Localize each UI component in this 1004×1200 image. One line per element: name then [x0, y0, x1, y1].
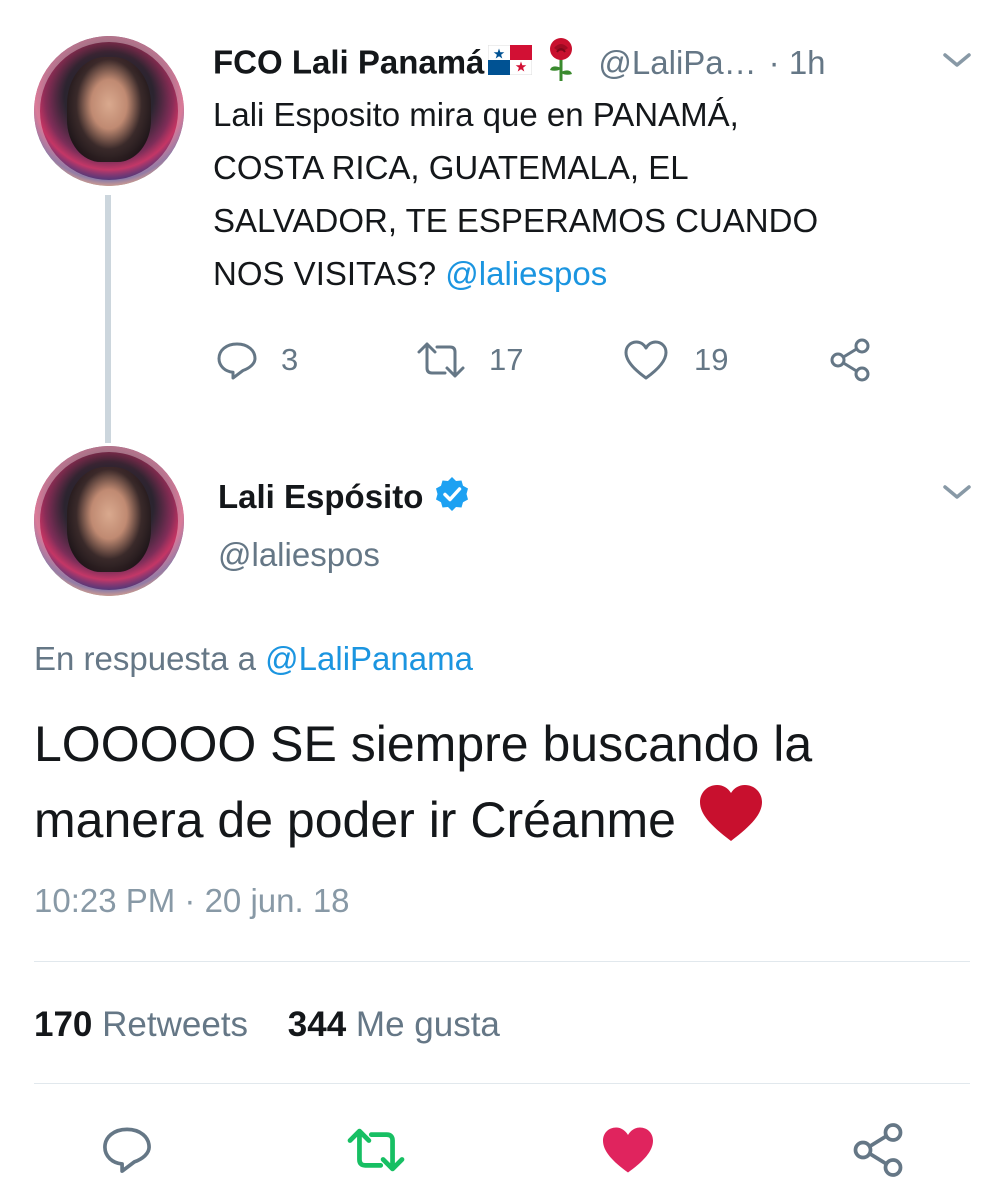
- parent-author-name[interactable]: FCO Lali Panamá: [213, 44, 484, 81]
- main-author-name[interactable]: Lali Espósito: [218, 478, 423, 515]
- parent-author-handle[interactable]: @LaliPa…: [598, 44, 756, 81]
- main-tweet-text: LOOOOO SE siempre buscando la manera de …: [34, 706, 812, 864]
- reply-icon: [217, 342, 257, 380]
- like-label: Me gusta: [355, 1005, 500, 1044]
- main-retweet-button[interactable]: [342, 1124, 410, 1181]
- like-icon: [624, 340, 668, 380]
- main-text-line: LOOOOO SE siempre buscando la: [34, 716, 813, 772]
- retweet-count: 170: [34, 1005, 93, 1044]
- main-text-line: manera de poder ir Créanme: [34, 792, 676, 848]
- mention-laliespos-link[interactable]: @laliespos: [445, 255, 607, 292]
- main-author-name-row: Lali Espósito: [218, 474, 471, 520]
- heart-emoji-icon: [698, 783, 764, 864]
- chevron-down-icon: [943, 53, 971, 67]
- likes-stat[interactable]: 344 Me gusta: [288, 1005, 500, 1044]
- parent-time-ago[interactable]: · 1h: [769, 44, 826, 81]
- parent-retweet-action[interactable]: 17: [413, 336, 523, 384]
- parent-tweet-text: Lali Esposito mira que en PANAMÁ, COSTA …: [213, 88, 973, 300]
- reply-icon: [103, 1127, 151, 1173]
- parent-text-line: Lali Esposito mira que en PANAMÁ,: [213, 96, 739, 133]
- thread-connector-line: [105, 195, 111, 443]
- reply-context: En respuesta a @LaliPanama: [34, 636, 473, 682]
- parent-text-line: COSTA RICA, GUATEMALA, EL: [213, 149, 689, 186]
- parent-reply-action[interactable]: 3: [215, 336, 298, 384]
- parent-reply-count: 3: [281, 342, 299, 377]
- share-icon: [853, 1123, 903, 1177]
- retweets-stat[interactable]: 170 Retweets: [34, 1005, 248, 1044]
- like-count: 344: [287, 1005, 347, 1044]
- parent-retweet-count: 17: [489, 342, 524, 377]
- parent-text-line: NOS VISITAS?: [213, 255, 437, 292]
- chevron-down-icon: [943, 485, 971, 499]
- parent-like-action[interactable]: 19: [622, 336, 728, 384]
- like-icon: [603, 1127, 653, 1173]
- divider-bottom: [34, 1083, 970, 1084]
- main-tweet-menu-chevron[interactable]: [938, 476, 976, 506]
- avatar-fco-lali-panama[interactable]: [34, 36, 184, 186]
- panama-flag-icon: [487, 44, 533, 94]
- retweet-icon: [347, 1128, 405, 1172]
- engagement-stats: 170 Retweets 344 Me gusta: [34, 1001, 500, 1049]
- parent-text-line: SALVADOR, TE ESPERAMOS CUANDO: [213, 202, 819, 239]
- divider-top: [34, 961, 970, 962]
- main-reply-button[interactable]: [100, 1122, 154, 1181]
- reply-to-link[interactable]: @LaliPanama: [265, 640, 473, 677]
- parent-tweet-header: FCO Lali Panamá @LaliPa… · 1h: [213, 38, 826, 84]
- verified-badge-icon: [433, 475, 471, 532]
- share-icon: [830, 338, 870, 382]
- parent-like-count: 19: [694, 342, 729, 377]
- reply-prefix: En respuesta a: [34, 640, 256, 677]
- main-share-button[interactable]: [848, 1120, 908, 1185]
- parent-tweet-menu-chevron[interactable]: [938, 44, 976, 74]
- main-timestamp[interactable]: 10:23 PM · 20 jun. 18: [34, 878, 350, 924]
- retweet-icon: [417, 342, 465, 378]
- main-like-button[interactable]: [598, 1122, 658, 1183]
- main-author-handle[interactable]: @laliespos: [218, 532, 380, 578]
- retweet-label: Retweets: [102, 1005, 249, 1044]
- avatar-lali-esposito[interactable]: [34, 446, 184, 596]
- parent-share-action[interactable]: [826, 336, 874, 384]
